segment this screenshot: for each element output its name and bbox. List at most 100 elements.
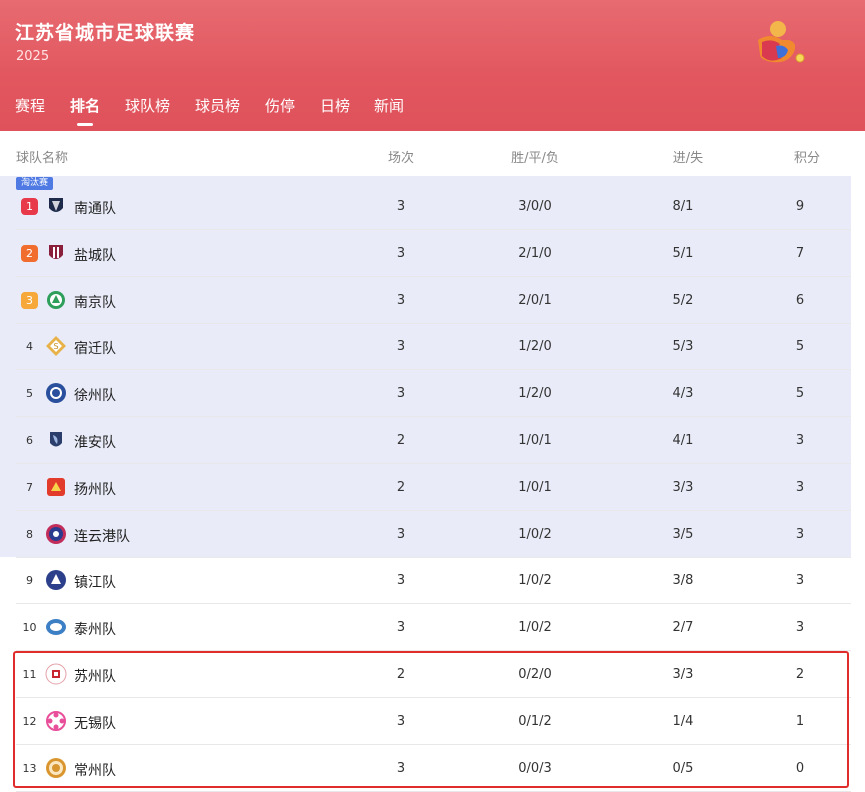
rank-number: 7 [26, 480, 33, 494]
yancheng-crest-icon [49, 244, 63, 259]
wuxi-crest-icon [46, 710, 66, 731]
table-row[interactable]: 2 盐城队 3 2/1/0 5/1 7 [0, 230, 851, 277]
points-value: 3 [795, 526, 805, 542]
points-value: 7 [795, 245, 805, 261]
team-name[interactable]: 南通队 [74, 198, 116, 218]
tab-standings-label: 排名 [70, 97, 101, 115]
table-row[interactable]: 5 徐州队 3 1/2/0 4/3 5 [0, 370, 851, 418]
wdl-value: 0/0/3 [518, 760, 552, 776]
points-value: 1 [795, 713, 805, 729]
table-row[interactable]: 3 南京队 3 2/0/1 5/2 6 [0, 277, 851, 324]
goals-value: 5/3 [672, 339, 694, 355]
table-row[interactable]: 10 泰州队 3 1/0/2 2/7 3 [0, 604, 851, 652]
table-row[interactable]: 7 扬州队 2 1/0/1 3/3 3 [0, 464, 851, 511]
tab-schedule[interactable]: 赛程 [15, 95, 45, 116]
played-value: 2 [396, 433, 406, 448]
points-value: 0 [795, 760, 805, 776]
wdl-value: 1/2/0 [518, 339, 552, 355]
team-name[interactable]: 苏州队 [74, 666, 116, 686]
table-row[interactable]: 13 常州队 3 0/0/3 0/5 0 [0, 745, 851, 792]
team-name[interactable]: 徐州队 [74, 385, 116, 405]
team-name[interactable]: 泰州队 [74, 619, 116, 639]
league-title: 江苏省城市足球联赛 [15, 22, 196, 44]
huaian-crest-icon [50, 432, 62, 447]
wdl-value: 0/2/0 [518, 667, 552, 682]
points-value: 3 [795, 479, 805, 495]
goals-value: 3/8 [672, 573, 694, 589]
table-row[interactable]: 12 无锡队 3 0/1/2 1/4 1 [0, 698, 851, 745]
table-row[interactable]: 6 淮安队 2 1/0/1 4/1 3 [0, 417, 851, 464]
table-row[interactable]: 11 苏州队 2 0/2/0 3/3 2 [0, 651, 851, 698]
column-header-team: 球队名称 [16, 151, 69, 166]
nanjing-crest-icon [47, 290, 65, 309]
rank-number: 4 [26, 340, 33, 354]
goals-value: 3/3 [672, 479, 694, 495]
table-row[interactable]: 8 连云港队 3 1/0/2 3/5 3 [0, 511, 851, 558]
team-name[interactable]: 镇江队 [74, 572, 116, 592]
played-value: 3 [396, 760, 406, 776]
column-header-played: 场次 [387, 151, 414, 166]
tab-injuries[interactable]: 伤停 [265, 95, 295, 116]
played-value: 3 [396, 386, 406, 402]
team-name[interactable]: 宿迁队 [74, 338, 116, 358]
nantong-crest-icon [49, 198, 63, 212]
team-name[interactable]: 常州队 [74, 760, 116, 780]
goals-value: 5/2 [672, 292, 694, 308]
rank-number: 10 [22, 621, 37, 635]
goals-value: 4/1 [672, 433, 694, 448]
tab-daily[interactable]: 日榜 [320, 95, 350, 116]
tab-news[interactable]: 新闻 [374, 95, 404, 116]
table-row[interactable]: 9 镇江队 3 1/0/2 3/8 3 [0, 557, 851, 605]
rank-number: 8 [26, 527, 33, 541]
tab-standings[interactable]: 排名 [70, 95, 101, 126]
goals-value: 0/5 [672, 760, 694, 776]
team-name[interactable]: 扬州队 [74, 479, 116, 499]
wdl-value: 1/2/0 [518, 386, 552, 402]
played-value: 2 [396, 667, 406, 682]
goals-value: 8/1 [672, 199, 694, 214]
points-value: 6 [795, 292, 805, 308]
league-logo-icon [758, 21, 805, 63]
played-value: 3 [396, 620, 406, 636]
tab-player-rankings[interactable]: 球员榜 [195, 95, 240, 116]
team-name[interactable]: 南京队 [74, 292, 116, 312]
yangzhou-crest-icon [47, 477, 65, 496]
points-value: 9 [795, 199, 805, 214]
played-value: 3 [396, 526, 406, 542]
svg-text:S: S [53, 342, 58, 351]
table-row[interactable]: 1 南通队 3 3/0/0 8/1 9 [0, 183, 851, 230]
suqian-crest-icon: S [46, 336, 66, 357]
column-header-goals: 进/失 [672, 151, 704, 166]
played-value: 3 [396, 713, 406, 729]
wdl-value: 2/0/1 [518, 292, 552, 308]
team-name[interactable]: 连云港队 [74, 526, 130, 546]
wdl-value: 1/0/2 [518, 620, 552, 636]
played-value: 3 [396, 199, 406, 214]
wdl-value: 3/0/0 [518, 199, 552, 214]
points-value: 5 [795, 386, 805, 402]
wdl-value: 1/0/1 [518, 433, 552, 448]
rank-number: 12 [22, 714, 37, 728]
team-name[interactable]: 盐城队 [74, 245, 116, 265]
rank-number: 1 [21, 198, 38, 215]
rank-number: 11 [22, 668, 37, 681]
rank-number: 13 [22, 761, 37, 775]
points-value: 3 [795, 433, 805, 448]
played-value: 3 [396, 573, 406, 589]
points-value: 3 [795, 620, 805, 636]
team-name[interactable]: 淮安队 [74, 432, 116, 452]
played-value: 2 [396, 479, 406, 495]
column-header-wdl: 胜/平/负 [511, 151, 559, 166]
tab-team-rankings[interactable]: 球队榜 [125, 95, 170, 116]
suzhou-crest-icon [45, 663, 67, 685]
rank-number: 6 [26, 434, 33, 447]
table-row[interactable]: 4 S 宿迁队 3 1/2/0 5/3 5 [0, 323, 851, 371]
team-name[interactable]: 无锡队 [74, 713, 116, 733]
wdl-value: 1/0/2 [518, 526, 552, 542]
goals-value: 3/3 [672, 667, 694, 682]
season-year: 2025 [16, 49, 50, 64]
goals-value: 3/5 [672, 526, 694, 542]
rank-number: 5 [26, 387, 33, 401]
played-value: 3 [396, 245, 406, 261]
wdl-value: 0/1/2 [518, 713, 552, 729]
